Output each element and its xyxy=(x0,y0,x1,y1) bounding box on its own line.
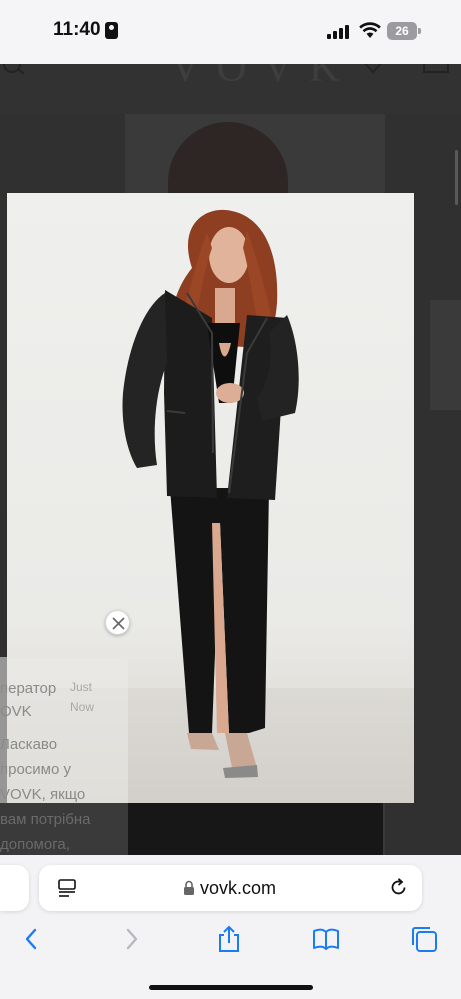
chat-message-line-1: Ласкаво xyxy=(0,736,58,753)
tabs-icon[interactable] xyxy=(410,925,438,953)
page-menu-icon[interactable] xyxy=(57,878,77,898)
wifi-icon xyxy=(359,22,381,38)
bookmarks-icon[interactable] xyxy=(312,925,340,953)
forward-icon[interactable] xyxy=(117,925,145,953)
status-bar: 11:40 26 xyxy=(0,0,461,64)
previous-tab[interactable] xyxy=(0,865,29,911)
site-logo[interactable]: VOVK xyxy=(170,64,355,92)
background-side-panel xyxy=(430,300,461,410)
site-header: VOVK xyxy=(0,64,461,114)
scroll-indicator xyxy=(455,150,458,205)
close-icon xyxy=(112,617,125,630)
status-time: 11:40 xyxy=(53,19,101,40)
chat-message-line-2: просимо у xyxy=(0,761,72,778)
background-strip xyxy=(128,803,383,855)
battery-tip xyxy=(418,28,421,34)
home-indicator xyxy=(149,985,313,990)
chat-sender-line-1: ператор xyxy=(0,680,57,697)
signal-icon xyxy=(327,25,351,39)
chat-time-line-1: Just xyxy=(70,680,93,694)
chat-message-line-4: вам потрібна xyxy=(0,811,91,828)
lock-icon xyxy=(184,880,194,895)
reload-icon[interactable] xyxy=(388,877,409,898)
back-icon[interactable] xyxy=(18,925,46,953)
heart-icon[interactable] xyxy=(360,64,386,76)
id-card-icon xyxy=(105,22,118,39)
bag-icon[interactable] xyxy=(422,64,450,78)
url-text[interactable]: vovk.com xyxy=(200,878,276,899)
close-button[interactable] xyxy=(105,610,130,635)
search-icon[interactable] xyxy=(2,64,26,78)
screen: 11:40 26 VOVK ператор OVK Just Now Ласка… xyxy=(0,0,461,999)
battery-icon: 26 xyxy=(387,22,417,40)
chat-time-line-2: Now xyxy=(70,700,95,714)
chat-message-line-3: VOVK, якщо xyxy=(0,786,86,803)
share-icon[interactable] xyxy=(215,925,243,953)
chat-sender-line-2: OVK xyxy=(0,703,32,720)
chat-message-line-5: допомога, xyxy=(0,836,70,853)
